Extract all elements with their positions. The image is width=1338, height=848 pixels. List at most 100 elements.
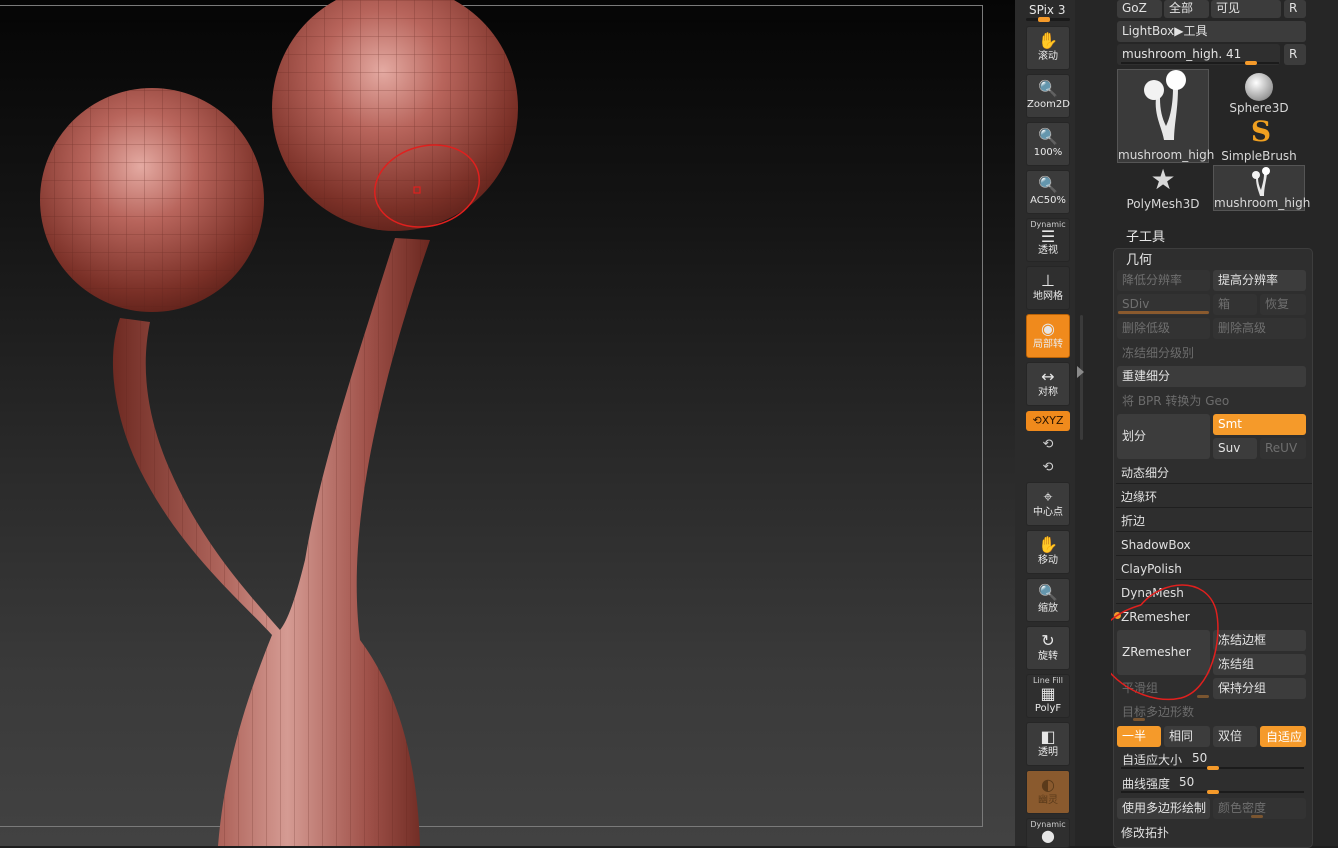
adaptive-toggle[interactable]: 自适应 [1260, 726, 1306, 747]
goz-button[interactable]: GoZ [1117, 0, 1162, 18]
lower-res-button[interactable]: 降低分辨率 [1117, 270, 1210, 291]
scale-icon: 🔍 [1038, 583, 1058, 602]
rotate-y-icon[interactable]: ⟲ [1040, 437, 1056, 453]
magnifier-icon: 🔍 [1038, 127, 1058, 146]
claypolish-section[interactable]: ClayPolish [1116, 558, 1312, 580]
edge-loop-section[interactable]: 边缘环 [1116, 486, 1312, 508]
tool-thumb-mushroom-high[interactable]: mushroom_high [1117, 69, 1214, 163]
floor-grid-button[interactable]: ⊥ 地网格 [1026, 266, 1070, 310]
zoom-100-button[interactable]: 🔍 100% [1026, 122, 1070, 166]
freeze-border-toggle[interactable]: 冻结边框 [1213, 630, 1306, 651]
half-button[interactable]: 一半 [1117, 726, 1161, 747]
smt-toggle[interactable]: Smt [1213, 414, 1306, 435]
lightbox-tool-button[interactable]: LightBox▶工具 [1117, 21, 1306, 42]
ac50-button[interactable]: 🔍 AC50% [1026, 170, 1070, 214]
transparency-icon: ◧ [1040, 727, 1056, 746]
reuv-button[interactable]: ReUV [1260, 438, 1306, 459]
polyframe-button[interactable]: Line Fill ▦ PolyF [1026, 674, 1070, 718]
center-point-button[interactable]: ⌖ 中心点 [1026, 482, 1070, 526]
reconstruct-subdiv-button[interactable]: 重建细分 [1117, 366, 1306, 387]
polyframe-icon: ▦ [1040, 684, 1056, 703]
adaptive-size-slider[interactable]: 自适应大小 50 [1117, 750, 1306, 770]
xyz-rotate-toggle[interactable]: ⟲XYZ [1026, 411, 1070, 431]
symmetry-button[interactable]: ↔ 对称 [1026, 362, 1070, 406]
rotate-z-icon[interactable]: ⟲ [1040, 460, 1056, 476]
zoom2d-button[interactable]: 🔍 Zoom2D [1026, 74, 1070, 118]
ghost-icon: ◐ [1041, 775, 1055, 794]
double-button[interactable]: 双倍 [1213, 726, 1257, 747]
local-transform-button[interactable]: ◉ 局部转 [1026, 314, 1070, 358]
delete-higher-button[interactable]: 删除高级 [1213, 318, 1306, 339]
geometry-header[interactable]: 几何 [1126, 249, 1152, 268]
target-polycount-knob [1133, 718, 1145, 721]
magnifier-icon: 🔍 [1038, 79, 1058, 98]
symmetry-icon: ↔ [1041, 367, 1055, 386]
magnifier-icon: 🔍 [1038, 175, 1058, 194]
tool-slider[interactable] [1121, 61, 1279, 65]
right-sphere-wireframe [272, 0, 518, 231]
zremesher-button[interactable]: ZRemesher [1117, 630, 1210, 675]
color-density-knob [1251, 815, 1263, 818]
cage-button[interactable]: 箱 [1213, 294, 1257, 315]
hand-icon: ✋ [1038, 31, 1058, 50]
same-button[interactable]: 相同 [1164, 726, 1210, 747]
mushroom-thumb-icon [1144, 70, 1186, 140]
goz-all-button[interactable]: 全部 [1164, 0, 1209, 18]
collapse-arrow-icon[interactable] [1077, 366, 1084, 378]
use-polypaint-toggle[interactable]: 使用多边形绘制 [1117, 798, 1210, 819]
rotate-button[interactable]: ↻ 旋转 [1026, 626, 1070, 670]
perspective-button[interactable]: Dynamic ☰ 透视 [1026, 218, 1070, 262]
simplebrush-icon: S [1250, 115, 1272, 148]
spix-slider[interactable] [1026, 17, 1070, 22]
subtool-header[interactable]: 子工具 [1126, 226, 1165, 245]
stem-wireframe [112, 238, 430, 846]
mushroom-model[interactable] [0, 0, 1015, 846]
dynamic-subdiv-section[interactable]: 动态细分 [1116, 462, 1312, 484]
star-icon: ★ [1150, 163, 1176, 196]
crease-section[interactable]: 折边 [1116, 510, 1312, 532]
zremesher-header[interactable]: ZRemesher [1116, 606, 1312, 628]
divide-button[interactable]: 划分 [1117, 414, 1210, 459]
suv-toggle[interactable]: Suv [1213, 438, 1257, 459]
goz-visible-button[interactable]: 可见 [1211, 0, 1281, 18]
scroll-button[interactable]: ✋ 滚动 [1026, 26, 1070, 70]
modify-topology-section[interactable]: 修改拓扑 [1116, 822, 1312, 844]
mushroom-thumb-small-icon [1252, 167, 1270, 196]
higher-res-button[interactable]: 提高分辨率 [1213, 270, 1306, 291]
freeze-groups-toggle[interactable]: 冻结组 [1213, 654, 1306, 675]
tool-thumb-polymesh3d[interactable]: ★ PolyMesh3D [1117, 163, 1209, 212]
spheres-icon: ● [1041, 826, 1055, 845]
tool-thumb-sphere3d[interactable]: Sphere3D [1213, 69, 1305, 115]
spix-label[interactable]: SPix 3 [1029, 3, 1065, 17]
smooth-groups-knob [1197, 695, 1209, 698]
keep-groups-toggle[interactable]: 保持分组 [1213, 678, 1306, 699]
tool-thumb-simplebrush[interactable]: S SimpleBrush [1213, 115, 1305, 164]
smooth-groups-slider[interactable]: 平滑组 [1122, 679, 1158, 696]
curve-strength-slider[interactable]: 曲线强度 50 [1117, 774, 1306, 794]
tool-palette: GoZ 全部 可见 R LightBox▶工具 mushroom_high. 4… [1111, 0, 1338, 848]
rotate-icon: ↻ [1041, 631, 1055, 650]
dynamic-solo-button[interactable]: Dynamic ● [1026, 818, 1070, 848]
convert-bpr-button[interactable]: 将 BPR 转换为 Geo [1122, 392, 1229, 409]
tool-thumb-mushroom-high-2[interactable]: mushroom_high [1213, 165, 1310, 211]
panel-separator [1075, 0, 1111, 846]
tool-r-button[interactable]: R [1284, 44, 1306, 65]
ghost-button[interactable]: ◐ 幽灵 [1026, 770, 1070, 814]
canvas-viewport[interactable] [0, 0, 1015, 846]
restore-button[interactable]: 恢复 [1260, 294, 1306, 315]
dynamesh-section[interactable]: DynaMesh [1116, 582, 1312, 604]
move-button[interactable]: ✋ 移动 [1026, 530, 1070, 574]
shadowbox-section[interactable]: ShadowBox [1116, 534, 1312, 556]
goz-r-button[interactable]: R [1284, 0, 1306, 18]
move-hand-icon: ✋ [1038, 535, 1058, 554]
center-icon: ⌖ [1043, 487, 1053, 506]
delete-lower-button[interactable]: 删除低级 [1117, 318, 1210, 339]
scale-button[interactable]: 🔍 缩放 [1026, 578, 1070, 622]
freeze-subdivision-button[interactable]: 冻结细分级别 [1122, 344, 1194, 361]
left-sphere-wireframe [40, 88, 264, 312]
sphere-icon [1245, 73, 1273, 101]
perspective-icon: ☰ [1040, 227, 1056, 246]
transparency-button[interactable]: ◧ 透明 [1026, 722, 1070, 766]
sdiv-track [1118, 311, 1209, 314]
right-shelf: SPix 3 ✋ 滚动 🔍 Zoom2D 🔍 100% 🔍 AC50% Dyna… [1021, 0, 1075, 848]
